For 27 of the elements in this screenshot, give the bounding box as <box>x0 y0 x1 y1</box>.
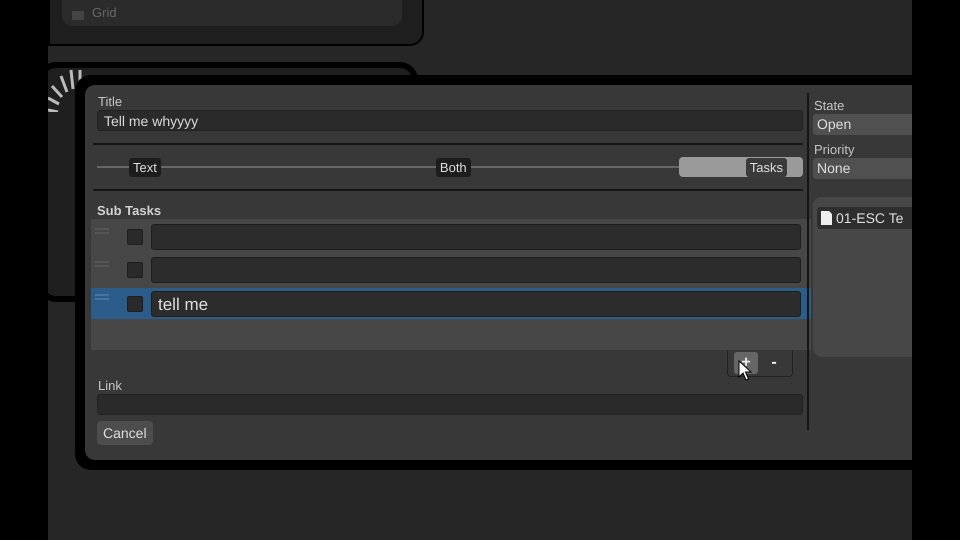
field-label: Priority <box>813 141 856 158</box>
swatch-icon <box>72 11 84 20</box>
view-mode-option[interactable]: Both <box>436 158 471 176</box>
subtask-row[interactable]: tell me <box>91 288 811 319</box>
view-mode-option[interactable]: Text <box>129 158 161 176</box>
cancel-button[interactable]: Cancel <box>97 421 153 445</box>
title-field[interactable]: Tell me whyyyy <box>97 110 803 131</box>
field-label: Title <box>97 93 124 110</box>
priority-dropdown[interactable]: None <box>813 158 912 179</box>
checkbox[interactable] <box>127 228 143 244</box>
drag-handle-icon[interactable] <box>95 294 109 302</box>
subtask-field[interactable] <box>151 256 801 282</box>
subtask-field[interactable] <box>151 224 801 250</box>
section-heading: Sub Tasks <box>97 203 162 219</box>
sunburst-icon <box>48 68 84 112</box>
state-dropdown[interactable]: Open <box>813 114 912 135</box>
attachment-item[interactable]: 01-ESC Te <box>817 207 912 229</box>
subtask-field[interactable]: tell me <box>151 290 801 316</box>
checkbox[interactable] <box>127 262 143 278</box>
document-icon <box>821 211 832 225</box>
view-mode-option[interactable]: Tasks <box>746 158 787 176</box>
grid-label: Grid <box>92 5 117 20</box>
file-name: 01-ESC Te <box>836 210 904 226</box>
remove-button[interactable]: - <box>762 352 786 374</box>
field-label: Link <box>97 377 123 394</box>
field-label: State <box>813 97 846 114</box>
checkbox[interactable] <box>127 296 143 312</box>
